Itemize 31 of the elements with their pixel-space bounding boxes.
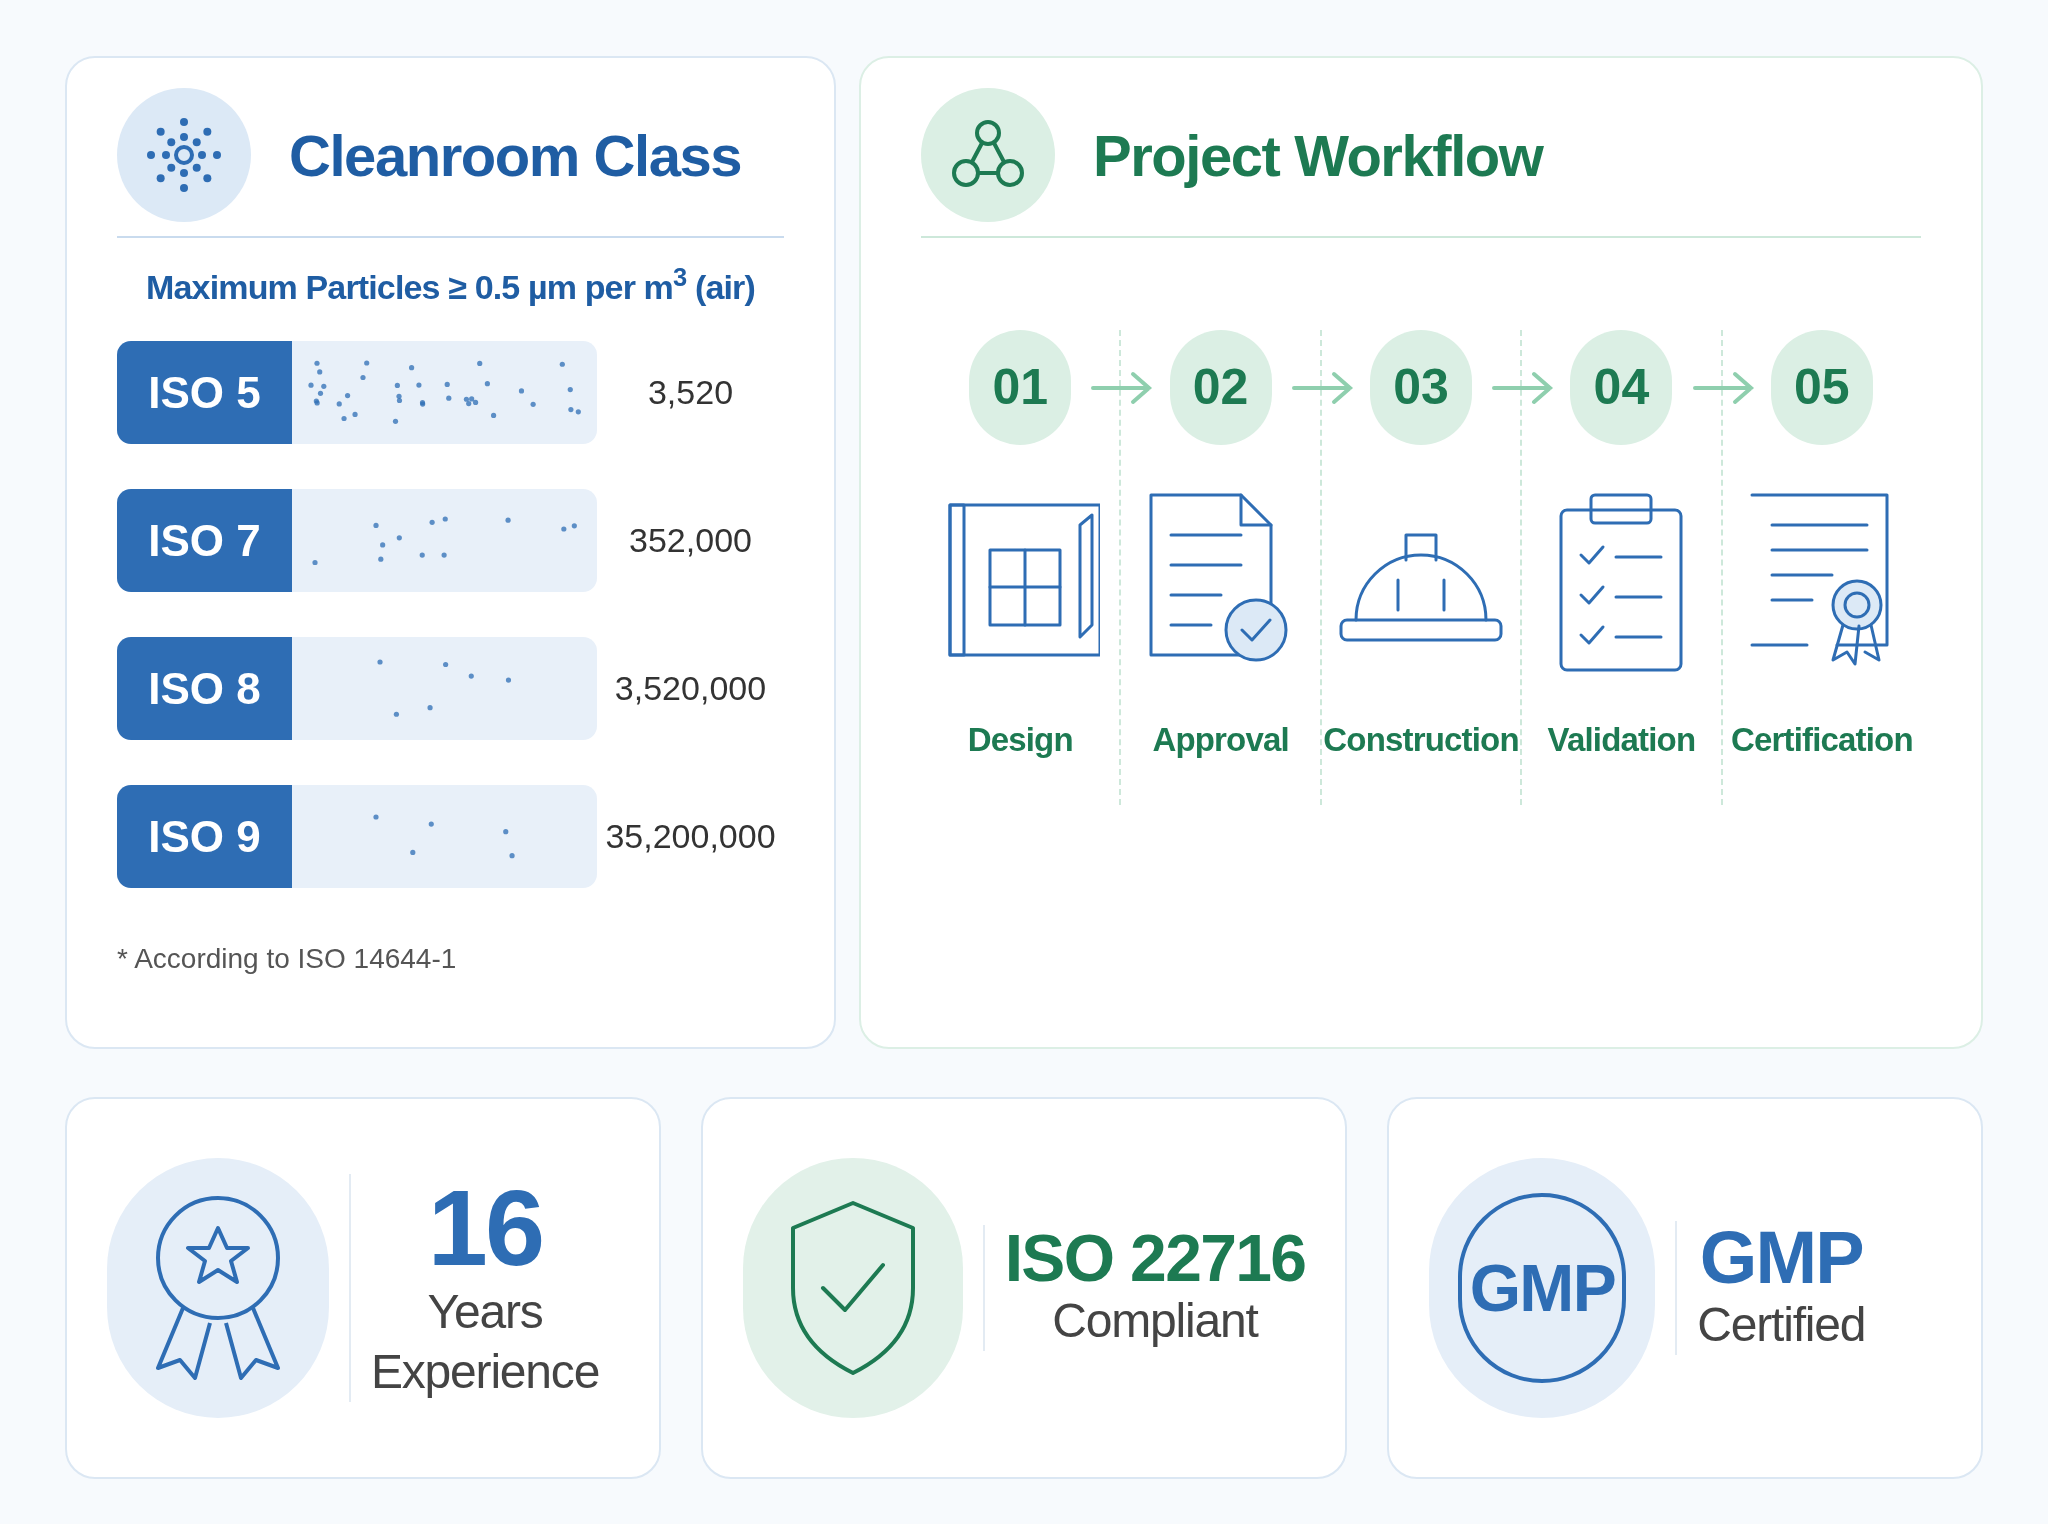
particle-count: 3,520 <box>646 372 735 413</box>
stat-caption: Years <box>427 1284 543 1340</box>
step-number: 03 <box>1370 330 1472 445</box>
stat-headline: ISO 22716 <box>1004 1225 1306 1291</box>
step-label: Approval <box>1152 720 1289 760</box>
particle-count: 352,000 <box>628 520 753 561</box>
table-subtitle: Maximum Particles ≥ 0.5 µm per m$^{3}$ (air) <box>145 262 756 308</box>
step-label: Construction <box>1323 720 1519 760</box>
stat-headline: GMP <box>1699 1221 1863 1295</box>
step-number: 01 <box>969 330 1072 445</box>
stat-caption: Certified <box>1697 1297 1866 1353</box>
footnote: * According to ISO 14644-1 <box>117 942 458 976</box>
gmp-seal: GMP <box>1458 1193 1627 1383</box>
step-label: Design <box>967 720 1073 760</box>
iso-class-label: ISO 9 <box>117 785 292 888</box>
iso-class-label: ISO 5 <box>117 341 292 444</box>
step-label: Certification <box>1730 720 1913 760</box>
stat-caption: Experience <box>371 1344 600 1400</box>
step-label: Validation <box>1547 720 1696 760</box>
iso-class-label: ISO 8 <box>117 637 292 740</box>
step-number: 02 <box>1169 330 1272 445</box>
card-title: Cleanroom Class <box>289 121 742 190</box>
step-number: 04 <box>1570 330 1673 445</box>
step-number: 05 <box>1770 330 1873 445</box>
particle-count: 3,520,000 <box>613 668 768 709</box>
particle-count: 35,200,000 <box>604 816 777 857</box>
iso-class-label: ISO 7 <box>117 489 292 592</box>
stat-caption: Compliant <box>1052 1293 1258 1349</box>
card-title: Project Workflow <box>1093 121 1543 190</box>
particle-cluster-icon <box>144 115 224 195</box>
stat-headline: 16 <box>427 1174 543 1282</box>
